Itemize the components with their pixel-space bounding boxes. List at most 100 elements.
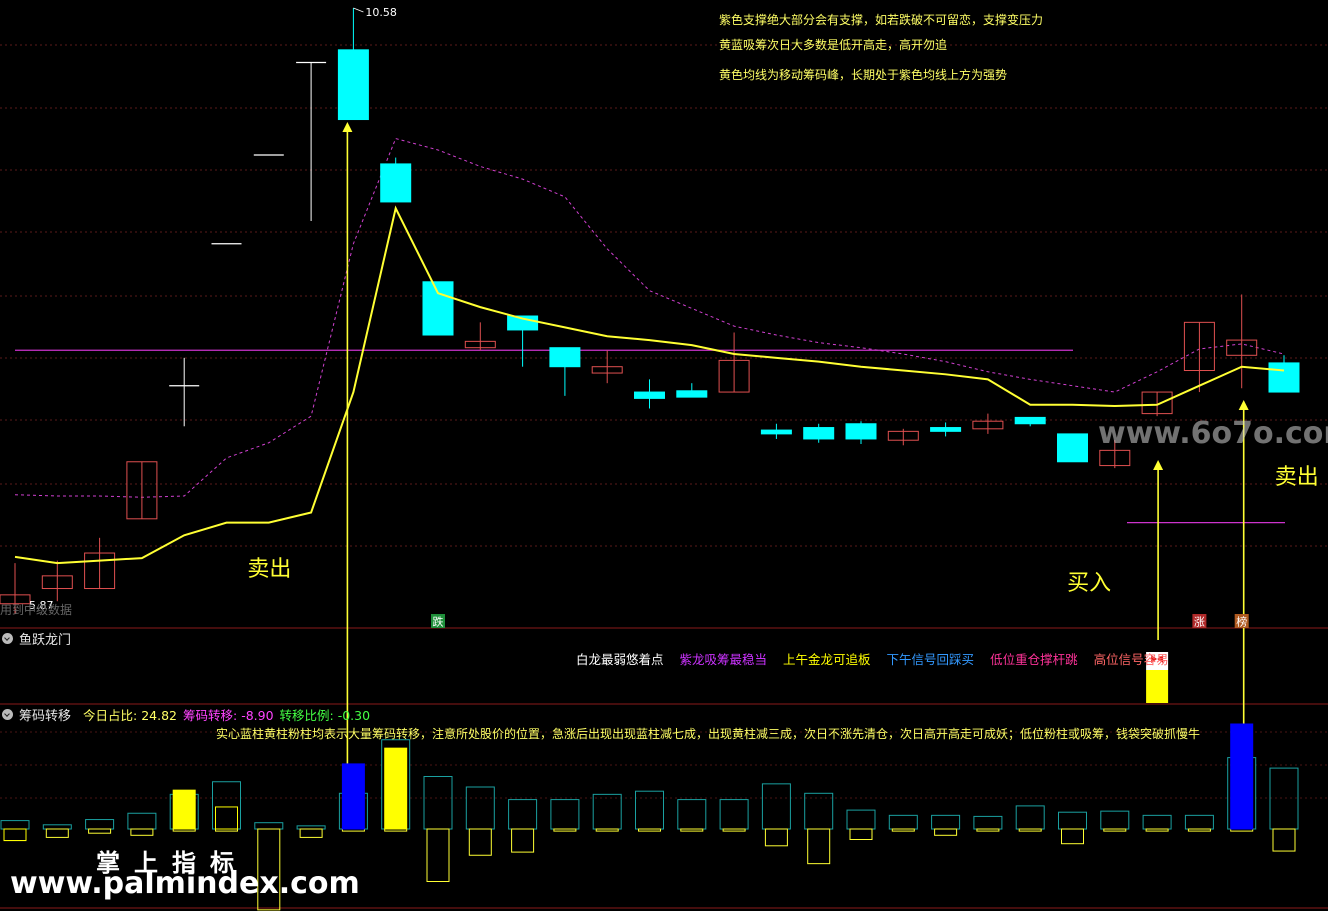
flow-bar-down [299,828,323,838]
flow-bar-up [465,786,495,830]
panel-chouma-header[interactable]: 筹码转移 今日占比: 24.82 筹码转移: -8.90 转移比例: -0.30 [2,705,370,724]
label-purple-dragon: 紫龙吸筹最稳当 [679,652,768,667]
chart-canvas: 10.585.87卖出买入卖出跌涨榜 [0,6,1328,911]
flow-bar-down [1272,828,1296,852]
flow-bar-solid [3,828,27,842]
flow-bar-up [42,824,72,830]
flow-bar-down [849,828,873,840]
flow-bar-down [130,828,154,836]
flow-bar-down [807,828,831,865]
marker-text: 榜 [1236,615,1247,629]
flow-bar-down [45,828,69,838]
flow-bar-up [1184,814,1214,830]
flow-bar-down [511,828,535,853]
flow-bar-down [638,828,661,832]
flow-bar-solid [341,763,365,830]
label-low-heavy: 低位重仓撑杆跳 [990,652,1078,667]
signal-bar [1146,670,1169,703]
flow-bar-solid [215,806,238,830]
marker-text: 涨 [1194,616,1205,629]
flow-bar-up [550,799,580,830]
arrow-head [1238,400,1249,410]
panel-chouma-desc: 实心蓝柱黄柱粉柱均表示大量筹码转移，注意所处股价的位置，急涨后出现出现蓝柱减七成… [216,727,1201,741]
candle-body [676,390,708,398]
annotation-sell: 卖出 [247,557,291,582]
candle-body [337,49,369,121]
flow-bar-down [680,828,704,832]
arrow-head [342,122,353,132]
flow-bar-down [1187,828,1211,832]
flow-bar-down [468,828,492,856]
flow-bar-up [1269,767,1299,830]
flow-bar-solid [172,789,196,830]
candle-body [634,391,665,399]
panel-yuyue-header[interactable]: 鱼跃龙门 [2,629,71,648]
price-high-label: 10.58 [365,6,397,19]
candle-body [380,163,412,203]
annotation-sell: 卖出 [1275,465,1319,490]
candle-body [1014,416,1046,425]
watermark-6o7o: www.6o7o.com [1098,416,1328,451]
arrow-head [1153,460,1164,470]
flow-bar-up [0,820,30,830]
panel-yuyue-title: 鱼跃龙门 [19,633,72,648]
faded-text: 用到中级数据 [0,603,73,617]
flow-bar-up [888,814,918,830]
price-high-pointer [353,7,364,13]
flow-bar-up [931,814,961,830]
flow-bar-down [1145,828,1169,832]
collapse-icon[interactable] [2,633,13,644]
note-purple-support: 紫色支撑绝大部分会有支撑，如若跌破不可留恋，支撑变压力 [719,13,1044,27]
flow-bar-up [1015,805,1045,830]
flow-bar-down [553,828,577,832]
candle-body [549,347,581,368]
flow-bar-up [423,776,453,830]
note-yellow-ma: 黄色均线为移动筹码峰，长期处于紫色均线上方为强势 [719,68,1008,82]
label-white-dragon: 白龙最弱悠着点 [576,652,664,667]
annotation-buy: 买入 [1067,571,1111,596]
note-yellow-blue: 黄蓝吸筹次日大多数是低开高走，高开勿追 [719,38,948,52]
candle-body [760,429,792,435]
stat-chip-transfer: 筹码转移: -8.90 [183,708,274,723]
candle-body [845,423,877,440]
flow-bar-down [1061,828,1084,845]
flow-bar-up [212,781,241,830]
label-gold-dragon: 上午金龙可追板 [783,652,871,667]
flow-bar-down [88,828,112,834]
flow-bar-down [934,828,958,836]
label-afternoon-signal: 下午信号回踩买 [886,652,975,667]
stat-today-ratio: 今日占比: 24.82 [83,708,177,723]
flow-bar-down [426,828,450,882]
flow-bar-down [722,828,746,832]
flow-bar-up [719,799,749,830]
flow-bar-up [846,809,876,830]
panel-yuyue-labels: 白龙最弱悠着点 紫龙吸筹最稳当 上午金龙可追板 下午信号回踩买 低位重仓撑杆跳 … [576,649,1185,668]
flow-bar-up [804,792,834,830]
flow-bar-solid [1230,723,1254,830]
marker-text: 跌 [433,615,444,629]
flow-bar-up [592,793,622,830]
flow-bar-up [761,783,791,830]
flow-bar-up [254,822,284,830]
flow-bar-up [127,812,157,830]
flow-bar-up [1100,810,1130,830]
stat-transfer-ratio: 转移比例: -0.30 [279,708,371,723]
candle-body [1057,433,1088,463]
flow-bar-up [677,799,707,830]
candle-body [803,427,835,440]
flow-bar-down [891,828,915,832]
panel-chouma-title: 筹码转移 [19,709,72,724]
flow-bar-up [1058,811,1087,830]
flow-bar-up [508,799,538,830]
flow-bar-down [3,828,27,842]
candle-body [422,281,454,336]
flow-bar-up [85,819,115,830]
flow-bar-up [973,815,1003,830]
collapse-icon[interactable] [2,709,13,720]
flow-bar-down [595,828,619,832]
flow-bar-up [1142,814,1172,830]
flow-bar-solid [384,747,408,830]
flow-bar-down [1103,828,1127,832]
flow-bar-down [1018,828,1042,832]
label-high-signal: 高位信号容易 [1093,652,1169,667]
